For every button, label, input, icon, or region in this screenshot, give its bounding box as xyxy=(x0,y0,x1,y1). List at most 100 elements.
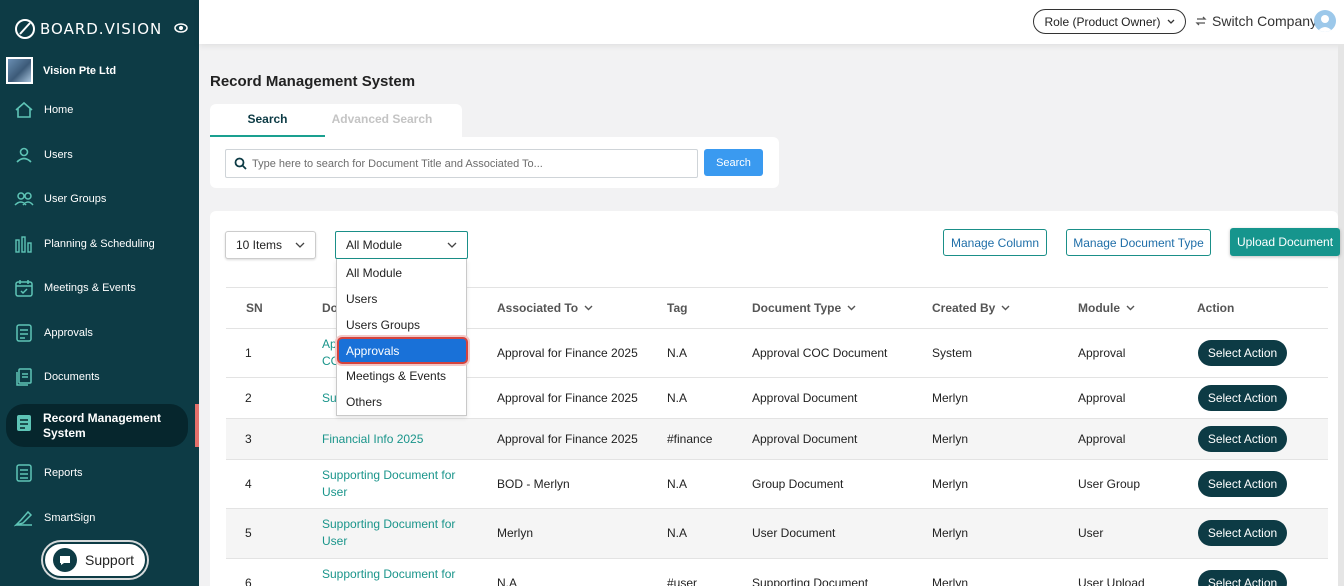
sidebar-item-label: SmartSign xyxy=(44,512,96,524)
tab-advanced-search[interactable]: Advanced Search xyxy=(326,112,438,126)
user-icon xyxy=(16,147,32,163)
sidebar-item-smartsign[interactable]: SmartSign xyxy=(14,508,95,528)
page-title: Record Management System xyxy=(210,73,416,90)
search-input[interactable]: Type here to search for Document Title a… xyxy=(225,149,698,178)
cell-created-by: Merlyn xyxy=(932,477,969,491)
chevron-down-icon xyxy=(447,242,457,248)
sort-chevron-icon xyxy=(584,305,593,311)
scrollbar[interactable] xyxy=(1338,44,1344,586)
upload-document-button[interactable]: Upload Document xyxy=(1230,228,1340,256)
support-button[interactable]: Support xyxy=(43,542,147,578)
column-header-label: Associated To xyxy=(497,301,579,315)
sidebar-item-planning[interactable]: Planning & Scheduling xyxy=(14,234,155,254)
table-divider xyxy=(226,418,1328,419)
select-action-button[interactable]: Select Action xyxy=(1198,340,1287,366)
cell-document-link[interactable]: Supporting Document for xyxy=(322,566,455,583)
visibility-toggle-icon[interactable] xyxy=(174,23,188,33)
cell-document-link[interactable]: Financial Info 2025 xyxy=(322,431,423,448)
cell-tag: N.A xyxy=(667,477,688,491)
items-per-page-select[interactable]: 10 Items xyxy=(225,231,316,259)
column-header-document-type[interactable]: Document Type xyxy=(752,301,856,315)
sidebar-item-documents[interactable]: Documents xyxy=(14,367,100,387)
dropdown-option-approvals[interactable]: Approvals xyxy=(337,337,468,364)
sidebar-item-home[interactable]: Home xyxy=(14,100,73,120)
cell-document-link[interactable]: Supporting Document for xyxy=(322,467,455,484)
sidebar-item-label: Record Management System xyxy=(43,411,162,440)
select-action-button[interactable]: Select Action xyxy=(1198,471,1287,497)
table-divider xyxy=(226,508,1328,509)
chart-bars-icon xyxy=(15,236,32,253)
cell-created-by: Merlyn xyxy=(932,391,969,405)
cell-document-link[interactable]: Su xyxy=(322,390,337,407)
cell-tag: #finance xyxy=(667,432,713,446)
column-header-label: Created By xyxy=(932,301,996,315)
select-action-button[interactable]: Select Action xyxy=(1198,570,1287,586)
sort-chevron-icon xyxy=(1126,305,1135,311)
column-header-action: Action xyxy=(1197,301,1234,315)
switch-company-button[interactable]: Switch Company xyxy=(1195,13,1317,29)
sidebar-item-approvals[interactable]: Approvals xyxy=(14,323,93,343)
column-header-label: Action xyxy=(1197,301,1235,315)
cell-associated-to: Approval for Finance 2025 xyxy=(497,391,638,405)
user-avatar[interactable] xyxy=(1314,10,1336,32)
users-icon xyxy=(14,192,34,206)
cell-associated-to: N.A xyxy=(497,576,518,586)
company-switcher[interactable]: Vision Pte Ltd xyxy=(6,57,116,84)
cell-created-by: Merlyn xyxy=(932,576,969,586)
cell-tag: N.A xyxy=(667,526,688,540)
cell-sn: 1 xyxy=(245,346,252,360)
active-indicator xyxy=(195,404,199,447)
column-header-tag[interactable]: Tag xyxy=(667,301,687,315)
dropdown-option-users[interactable]: Users xyxy=(346,292,377,306)
dropdown-option-meetings-events[interactable]: Meetings & Events xyxy=(346,369,446,383)
sort-chevron-icon xyxy=(1001,305,1010,311)
column-header-label: Document Type xyxy=(752,301,842,315)
cell-created-by: System xyxy=(932,346,973,360)
cell-document-link-cont[interactable]: User xyxy=(322,484,347,501)
select-action-button[interactable]: Select Action xyxy=(1198,520,1287,546)
checklist-icon xyxy=(16,324,32,342)
switch-company-label: Switch Company xyxy=(1212,13,1318,29)
search-icon xyxy=(234,157,247,170)
sidebar-item-meetings[interactable]: Meetings & Events xyxy=(14,278,136,298)
sidebar-item-reports[interactable]: Reports xyxy=(14,463,83,483)
select-action-button[interactable]: Select Action xyxy=(1198,426,1287,452)
column-header-sn[interactable]: SN xyxy=(246,301,263,315)
cell-document-link[interactable]: Ap xyxy=(322,336,337,353)
logo-text: BOARD.VISION xyxy=(40,20,163,38)
cell-document-type: Approval COC Document xyxy=(752,346,888,360)
cell-module: User xyxy=(1078,526,1104,540)
dropdown-option-users-groups[interactable]: Users Groups xyxy=(346,318,420,332)
logo[interactable]: BOARD.VISION xyxy=(14,18,162,40)
cell-document-link[interactable]: Supporting Document for xyxy=(322,516,455,533)
chat-icon xyxy=(53,548,77,572)
dropdown-option-others[interactable]: Others xyxy=(346,395,382,409)
sidebar-item-users[interactable]: Users xyxy=(14,145,73,165)
module-filter-select[interactable]: All Module xyxy=(335,231,468,259)
role-selector[interactable]: Role (Product Owner) xyxy=(1033,9,1186,34)
cell-document-link-cont[interactable]: User xyxy=(322,533,347,550)
sidebar: BOARD.VISION Vision Pte Ltd Home Users U… xyxy=(0,0,199,586)
table-divider xyxy=(226,459,1328,460)
dropdown-option-all-module[interactable]: All Module xyxy=(346,266,402,280)
cell-associated-to: Merlyn xyxy=(497,526,534,540)
cell-document-type: Supporting Document xyxy=(752,576,869,586)
manage-column-button[interactable]: Manage Column xyxy=(943,229,1047,256)
signature-icon xyxy=(14,510,33,527)
cell-module: Approval xyxy=(1078,391,1126,405)
sidebar-item-label: Home xyxy=(44,104,74,116)
column-header-created-by[interactable]: Created By xyxy=(932,301,1010,315)
column-header-associated-to[interactable]: Associated To xyxy=(497,301,593,315)
select-action-button[interactable]: Select Action xyxy=(1198,385,1287,411)
tab-search[interactable]: Search xyxy=(210,112,325,126)
sidebar-item-label: Users xyxy=(44,149,73,161)
column-header-module[interactable]: Module xyxy=(1078,301,1135,315)
manage-document-type-button[interactable]: Manage Document Type xyxy=(1066,229,1211,256)
swap-icon xyxy=(1195,16,1207,26)
logo-icon xyxy=(15,19,35,39)
search-placeholder: Type here to search for Document Title a… xyxy=(252,157,543,170)
sidebar-item-user-groups[interactable]: User Groups xyxy=(14,189,106,209)
cell-sn: 5 xyxy=(245,526,252,540)
search-button[interactable]: Search xyxy=(704,149,763,176)
cell-sn: 6 xyxy=(245,576,252,586)
